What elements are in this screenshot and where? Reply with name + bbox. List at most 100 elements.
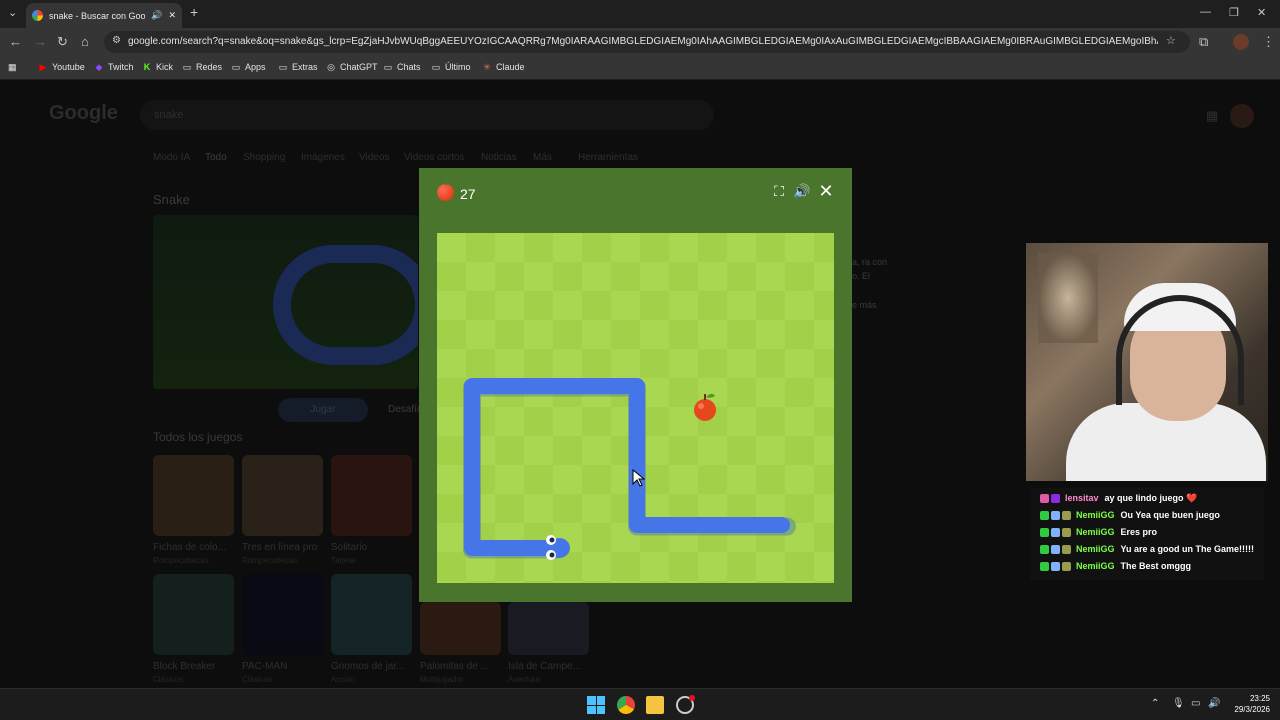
game-category: Clásicos	[153, 675, 184, 684]
game-canvas	[463, 378, 796, 560]
bookmark-youtube[interactable]: ▶ Youtube	[38, 62, 85, 72]
close-icon[interactable]: ✕	[816, 182, 836, 202]
tab-mas[interactable]: Más	[533, 152, 552, 163]
reload-icon[interactable]: ↻	[57, 34, 68, 50]
badge-icon	[1051, 544, 1060, 554]
chat-username: NemiiGG	[1076, 510, 1115, 520]
badge-icon	[1040, 561, 1049, 571]
tray-chevron-icon[interactable]: ⌃	[1151, 698, 1159, 709]
maximize-icon[interactable]: ❐	[1229, 6, 1239, 19]
tab-herramientas[interactable]: Herramientas	[578, 152, 638, 163]
tab-shopping[interactable]: Shopping	[243, 152, 285, 163]
side-text: a, ra con	[852, 257, 888, 267]
webcam-overlay	[1026, 243, 1268, 481]
chat-text: Yu are a good un The Game!!!!!	[1120, 544, 1255, 554]
window-close-icon[interactable]: ✕	[1257, 6, 1266, 19]
apple-icon	[437, 180, 454, 201]
badge-icon	[1051, 493, 1060, 503]
game-card[interactable]	[508, 602, 589, 655]
play-button[interactable]: Jugar	[278, 398, 368, 422]
bookmark-twitch[interactable]: ◆ Twitch	[94, 62, 134, 72]
browser-tab[interactable]: snake - Buscar con Google 🔊 ✕	[26, 3, 182, 28]
microphone-icon[interactable]: 🎙	[1172, 698, 1185, 709]
fullscreen-icon[interactable]: ⛶	[769, 182, 789, 202]
side-text: e más	[852, 300, 877, 310]
system-clock[interactable]: 23:25 29/3/2026	[1234, 693, 1270, 715]
chat-message: NemiiGG Eres pro	[1040, 525, 1157, 539]
site-info-icon[interactable]: ⚙	[112, 35, 121, 46]
bookmark-extras[interactable]: ▭ Extras	[278, 62, 318, 72]
challenge-button[interactable]: Desafío	[388, 404, 422, 415]
bookmark-kick[interactable]: K Kick	[142, 62, 173, 72]
tab-imagenes[interactable]: Imágenes	[301, 152, 345, 163]
profile-avatar[interactable]	[1233, 34, 1249, 50]
badge-icon	[1062, 510, 1071, 520]
stream-chat: lensitav ay que lindo juego ❤️ NemiiGG O…	[1030, 488, 1264, 580]
chat-username: NemiiGG	[1076, 527, 1115, 537]
game-card[interactable]	[420, 602, 501, 655]
tab-noticias[interactable]: Noticias	[481, 152, 517, 163]
account-avatar[interactable]	[1230, 104, 1254, 128]
volume-tray-icon[interactable]: 🔊	[1208, 698, 1220, 709]
forward-icon[interactable]: →	[34, 34, 47, 49]
tab-todo[interactable]: Todo	[205, 152, 227, 163]
game-card[interactable]	[242, 574, 323, 655]
search-box[interactable]: snake	[140, 100, 714, 130]
bookmark-claude[interactable]: ✳ Claude	[482, 62, 524, 72]
windows-taskbar: ⌃ 🎙 ▭ 🔊 23:25 29/3/2026	[0, 688, 1280, 720]
bookmark-chatgpt[interactable]: ◎ ChatGPT	[326, 62, 377, 72]
bookmark-star-icon[interactable]: ☆	[1166, 34, 1176, 47]
chrome-taskbar-icon[interactable]	[617, 696, 635, 714]
apps-icon[interactable]: ▦	[1206, 108, 1218, 124]
game-board[interactable]	[437, 233, 834, 583]
notification-dot	[689, 695, 695, 701]
game-title: Tres en línea pro	[242, 542, 318, 553]
game-title: Gnomos de jar...	[331, 661, 405, 672]
volume-icon[interactable]: 🔊	[792, 182, 812, 202]
search-query: snake	[154, 109, 184, 121]
tab-videos[interactable]: Videos	[359, 152, 389, 163]
address-bar[interactable]: ⚙ google.com/search?q=snake&oq=snake&gs_…	[104, 31, 1190, 53]
file-explorer-icon[interactable]	[646, 696, 664, 714]
chat-message: NemiiGG Ou Yea que buen juego	[1040, 508, 1220, 522]
game-card[interactable]	[153, 574, 234, 655]
game-category: Acción	[331, 675, 356, 684]
bookmark-ultimo[interactable]: ▭ Último	[431, 62, 471, 72]
back-icon[interactable]: ←	[9, 34, 22, 49]
bookmark-chats[interactable]: ▭ Chats	[383, 62, 421, 72]
badge-icon	[1062, 561, 1071, 571]
tab-close-icon[interactable]: ✕	[168, 10, 176, 21]
network-icon[interactable]: ▭	[1191, 698, 1200, 709]
new-tab-icon[interactable]: +	[190, 4, 198, 20]
game-card[interactable]	[242, 455, 323, 536]
snake-game-dialog: 27 ⛶ 🔊 ✕	[419, 168, 852, 602]
tab-search-icon[interactable]: ⌄	[8, 6, 17, 19]
game-card[interactable]	[331, 455, 412, 536]
game-title: Palomitas de ...	[420, 661, 489, 672]
start-icon[interactable]	[587, 696, 605, 714]
bookmark-apps[interactable]: ▭ Apps	[231, 62, 266, 72]
apps-grid-icon[interactable]: ▦	[8, 62, 17, 73]
chat-message: NemiiGG Yu are a good un The Game!!!!!	[1040, 542, 1254, 556]
menu-icon[interactable]: ⋮	[1262, 34, 1275, 50]
extensions-icon[interactable]: ⧉	[1199, 34, 1208, 50]
browser-toolbar: ← → ↻ ⌂ ⚙ google.com/search?q=snake&oq=s…	[0, 28, 1280, 56]
minimize-icon[interactable]: —	[1200, 6, 1211, 18]
badge-icon	[1040, 493, 1049, 503]
game-card[interactable]	[331, 574, 412, 655]
snake-hero-image[interactable]	[153, 215, 418, 389]
chat-text: ay que lindo juego ❤️	[1104, 492, 1198, 503]
game-header: 27 ⛶ 🔊 ✕	[419, 168, 852, 215]
apple-leaf	[706, 393, 715, 398]
chat-message: lensitav ay que lindo juego ❤️	[1040, 491, 1197, 505]
tab-modo-ia[interactable]: Modo IA	[153, 152, 190, 163]
bookmark-redes[interactable]: ▭ Redes	[182, 62, 222, 72]
game-category: Clásicos	[242, 675, 273, 684]
side-text: o. El	[852, 271, 871, 281]
tab-videos-cortos[interactable]: Videos cortos	[404, 152, 464, 163]
google-logo: Google	[49, 102, 118, 124]
home-icon[interactable]: ⌂	[81, 34, 89, 49]
speaker-icon[interactable]: 🔊	[151, 10, 162, 21]
game-card[interactable]	[153, 455, 234, 536]
badge-icon	[1051, 561, 1060, 571]
